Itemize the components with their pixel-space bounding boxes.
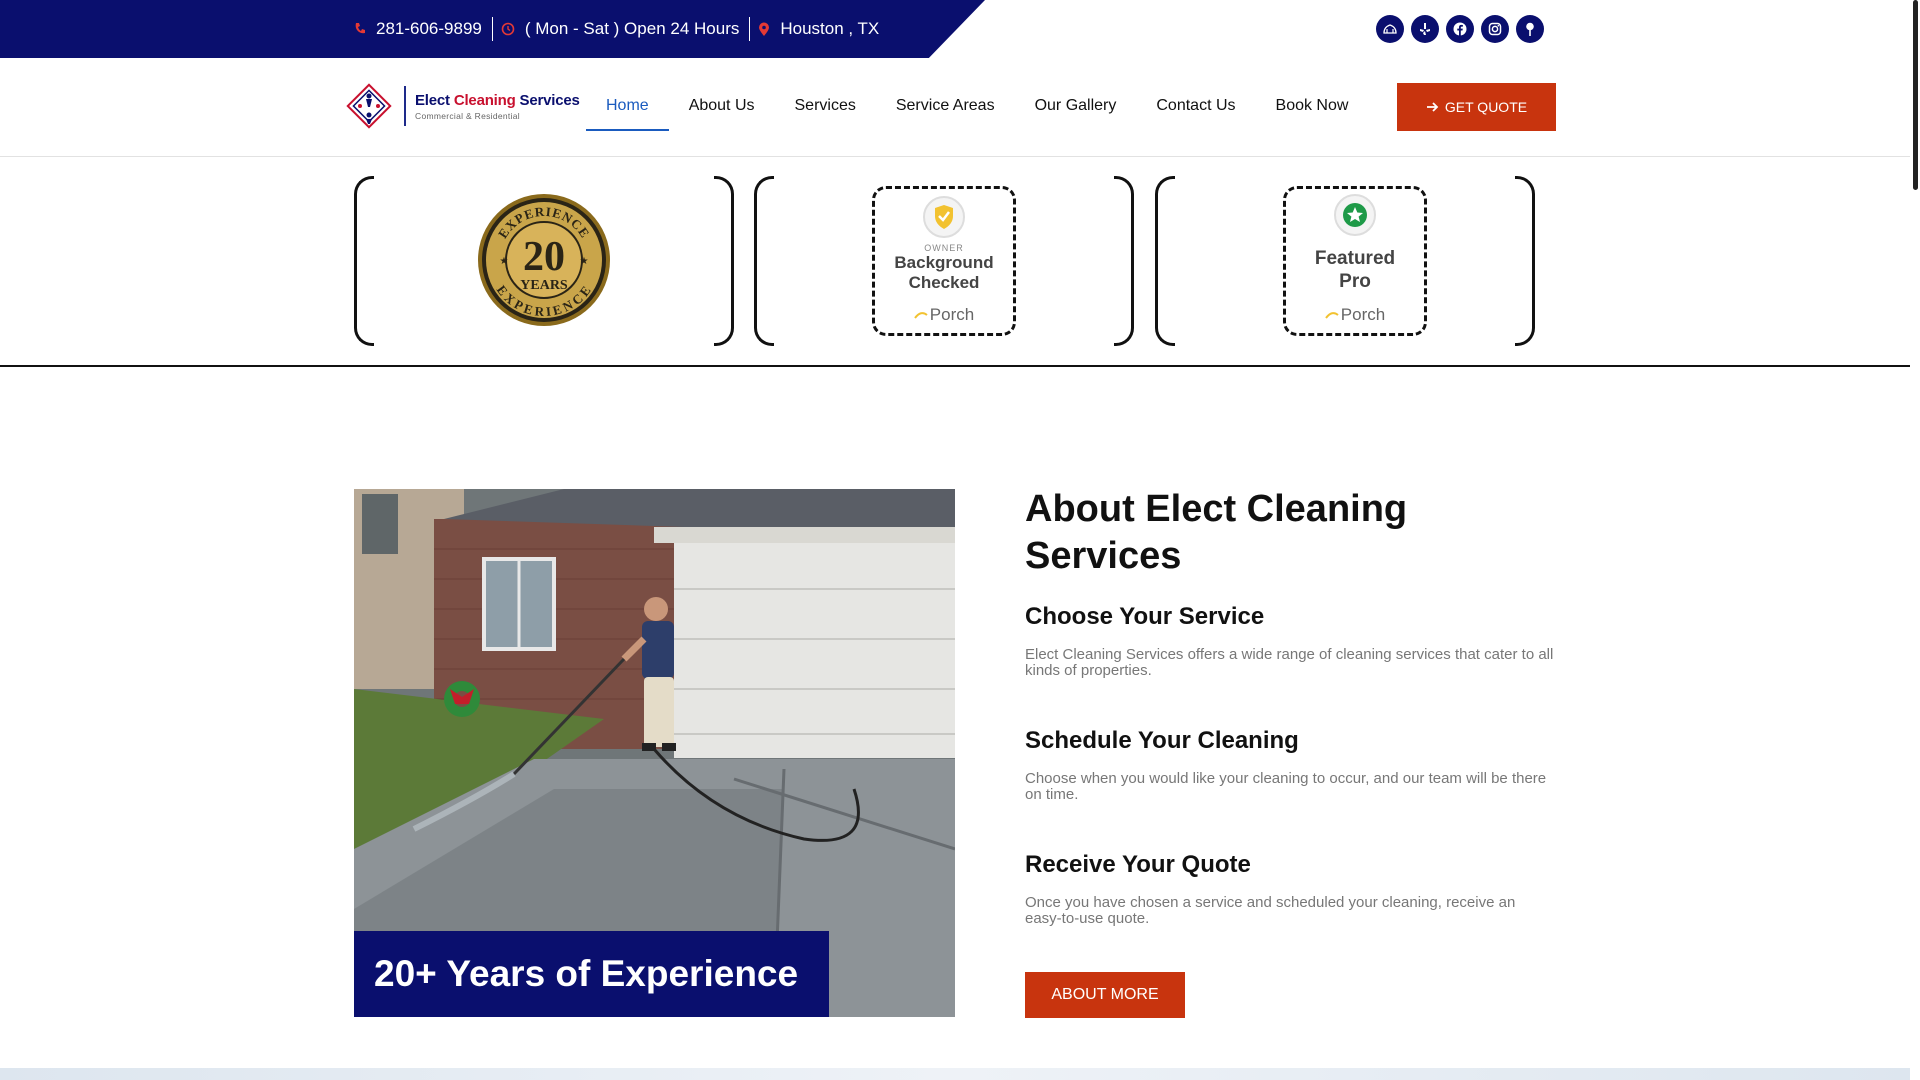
get-quote-button[interactable]: GET QUOTE bbox=[1397, 83, 1556, 131]
scrollbar-thumb[interactable] bbox=[1913, 0, 1918, 190]
step-title: Receive Your Quote bbox=[1025, 851, 1251, 878]
background-checked-title: Background Checked bbox=[894, 253, 994, 292]
phone-icon bbox=[355, 23, 365, 34]
step-receive-quote: Receive Your Quote Once you have chosen … bbox=[1025, 851, 1555, 927]
location-text: Houston , TX bbox=[780, 19, 880, 38]
logo-divider bbox=[404, 86, 406, 126]
map-pin-icon[interactable] bbox=[1516, 15, 1544, 43]
svg-text:YEARS: YEARS bbox=[520, 278, 568, 293]
nav-service-areas[interactable]: Service Areas bbox=[876, 88, 1015, 131]
social-links bbox=[1376, 15, 1544, 43]
nav-our-gallery[interactable]: Our Gallery bbox=[1015, 88, 1137, 131]
porch-roof-icon bbox=[1324, 312, 1339, 319]
arrow-right-icon bbox=[1426, 102, 1439, 112]
experience-seal: EXPERIENCE EXPERIENCE 20 YEARS ★ ★ bbox=[478, 194, 610, 326]
top-bar: 281-606-9899 ( Mon - Sat ) Open 24 Hours… bbox=[0, 0, 1910, 58]
nav-about-us[interactable]: About Us bbox=[669, 88, 775, 131]
business-hours: ( Mon - Sat ) Open 24 Hours bbox=[524, 19, 740, 38]
logo-text: Elect Cleaning Services Commercial & Res… bbox=[415, 92, 580, 121]
step-text: Choose when you would like your cleaning… bbox=[1025, 770, 1547, 803]
shield-check-icon bbox=[923, 196, 965, 238]
about-title: About Elect Cleaning Services bbox=[1025, 488, 1408, 577]
site-header: Elect Cleaning Services Commercial & Res… bbox=[0, 58, 1910, 157]
porch-icon[interactable] bbox=[1376, 15, 1404, 43]
step-text: Elect Cleaning Services offers a wide ra… bbox=[1025, 646, 1554, 679]
nav-contact-us[interactable]: Contact Us bbox=[1136, 88, 1255, 131]
porch-featured-card[interactable]: Featured Pro Porch bbox=[1283, 186, 1427, 336]
logo-tagline: Commercial & Residential bbox=[415, 110, 520, 121]
about-more-button[interactable]: ABOUT MORE bbox=[1025, 972, 1185, 1018]
svg-text:20: 20 bbox=[523, 234, 565, 280]
yelp-icon[interactable] bbox=[1411, 15, 1439, 43]
instagram-icon[interactable] bbox=[1481, 15, 1509, 43]
svg-text:★: ★ bbox=[580, 256, 589, 267]
facebook-icon[interactable] bbox=[1446, 15, 1474, 43]
porch-logo-2: Porch bbox=[1324, 305, 1385, 325]
svg-text:★: ★ bbox=[500, 256, 509, 267]
main-nav: Home About Us Services Service Areas Our… bbox=[586, 88, 1368, 131]
nav-services[interactable]: Services bbox=[775, 88, 876, 131]
contact-info: 281-606-9899 ( Mon - Sat ) Open 24 Hours… bbox=[354, 0, 889, 58]
clock-icon bbox=[501, 22, 515, 36]
star-badge-icon bbox=[1334, 194, 1376, 236]
experience-caption: 20+ Years of Experience bbox=[354, 931, 829, 1017]
next-section-edge bbox=[0, 1068, 1910, 1080]
porch-background-card[interactable]: OWNER Background Checked Porch bbox=[872, 186, 1016, 336]
phone-item[interactable]: 281-606-9899 bbox=[354, 17, 492, 41]
hours-item: ( Mon - Sat ) Open 24 Hours bbox=[491, 17, 749, 41]
step-choose-service: Choose Your Service Elect Cleaning Servi… bbox=[1025, 603, 1555, 679]
phone-number[interactable]: 281-606-9899 bbox=[376, 19, 482, 39]
page-scrollbar[interactable] bbox=[1910, 0, 1920, 1080]
about-content: About Elect Cleaning Services Choose You… bbox=[1025, 486, 1555, 927]
get-quote-label: GET QUOTE bbox=[1444, 99, 1528, 115]
porch-logo: Porch bbox=[913, 305, 974, 325]
porch-roof-icon bbox=[913, 312, 928, 319]
location-item: Houston , TX bbox=[749, 17, 889, 41]
step-text: Once you have chosen a service and sched… bbox=[1025, 894, 1516, 927]
trust-badges: EXPERIENCE EXPERIENCE 20 YEARS ★ ★ OWNER… bbox=[0, 158, 1910, 367]
badge-background-checked: OWNER Background Checked Porch bbox=[754, 176, 1134, 346]
logo-name: Elect Cleaning Services bbox=[415, 91, 580, 109]
site-logo[interactable]: Elect Cleaning Services Commercial & Res… bbox=[345, 82, 580, 130]
badge-featured-pro: Featured Pro Porch bbox=[1155, 176, 1535, 346]
owner-label: OWNER bbox=[924, 243, 964, 253]
step-schedule-cleaning: Schedule Your Cleaning Choose when you w… bbox=[1025, 727, 1555, 803]
nav-home[interactable]: Home bbox=[586, 88, 669, 131]
step-title: Schedule Your Cleaning bbox=[1025, 727, 1299, 754]
step-title: Choose Your Service bbox=[1025, 603, 1265, 630]
location-pin-icon bbox=[759, 22, 770, 36]
logo-emblem-icon bbox=[346, 83, 392, 129]
featured-pro-title: Featured Pro bbox=[1314, 248, 1396, 292]
nav-book-now[interactable]: Book Now bbox=[1256, 88, 1369, 131]
badge-experience: EXPERIENCE EXPERIENCE 20 YEARS ★ ★ bbox=[354, 176, 734, 346]
